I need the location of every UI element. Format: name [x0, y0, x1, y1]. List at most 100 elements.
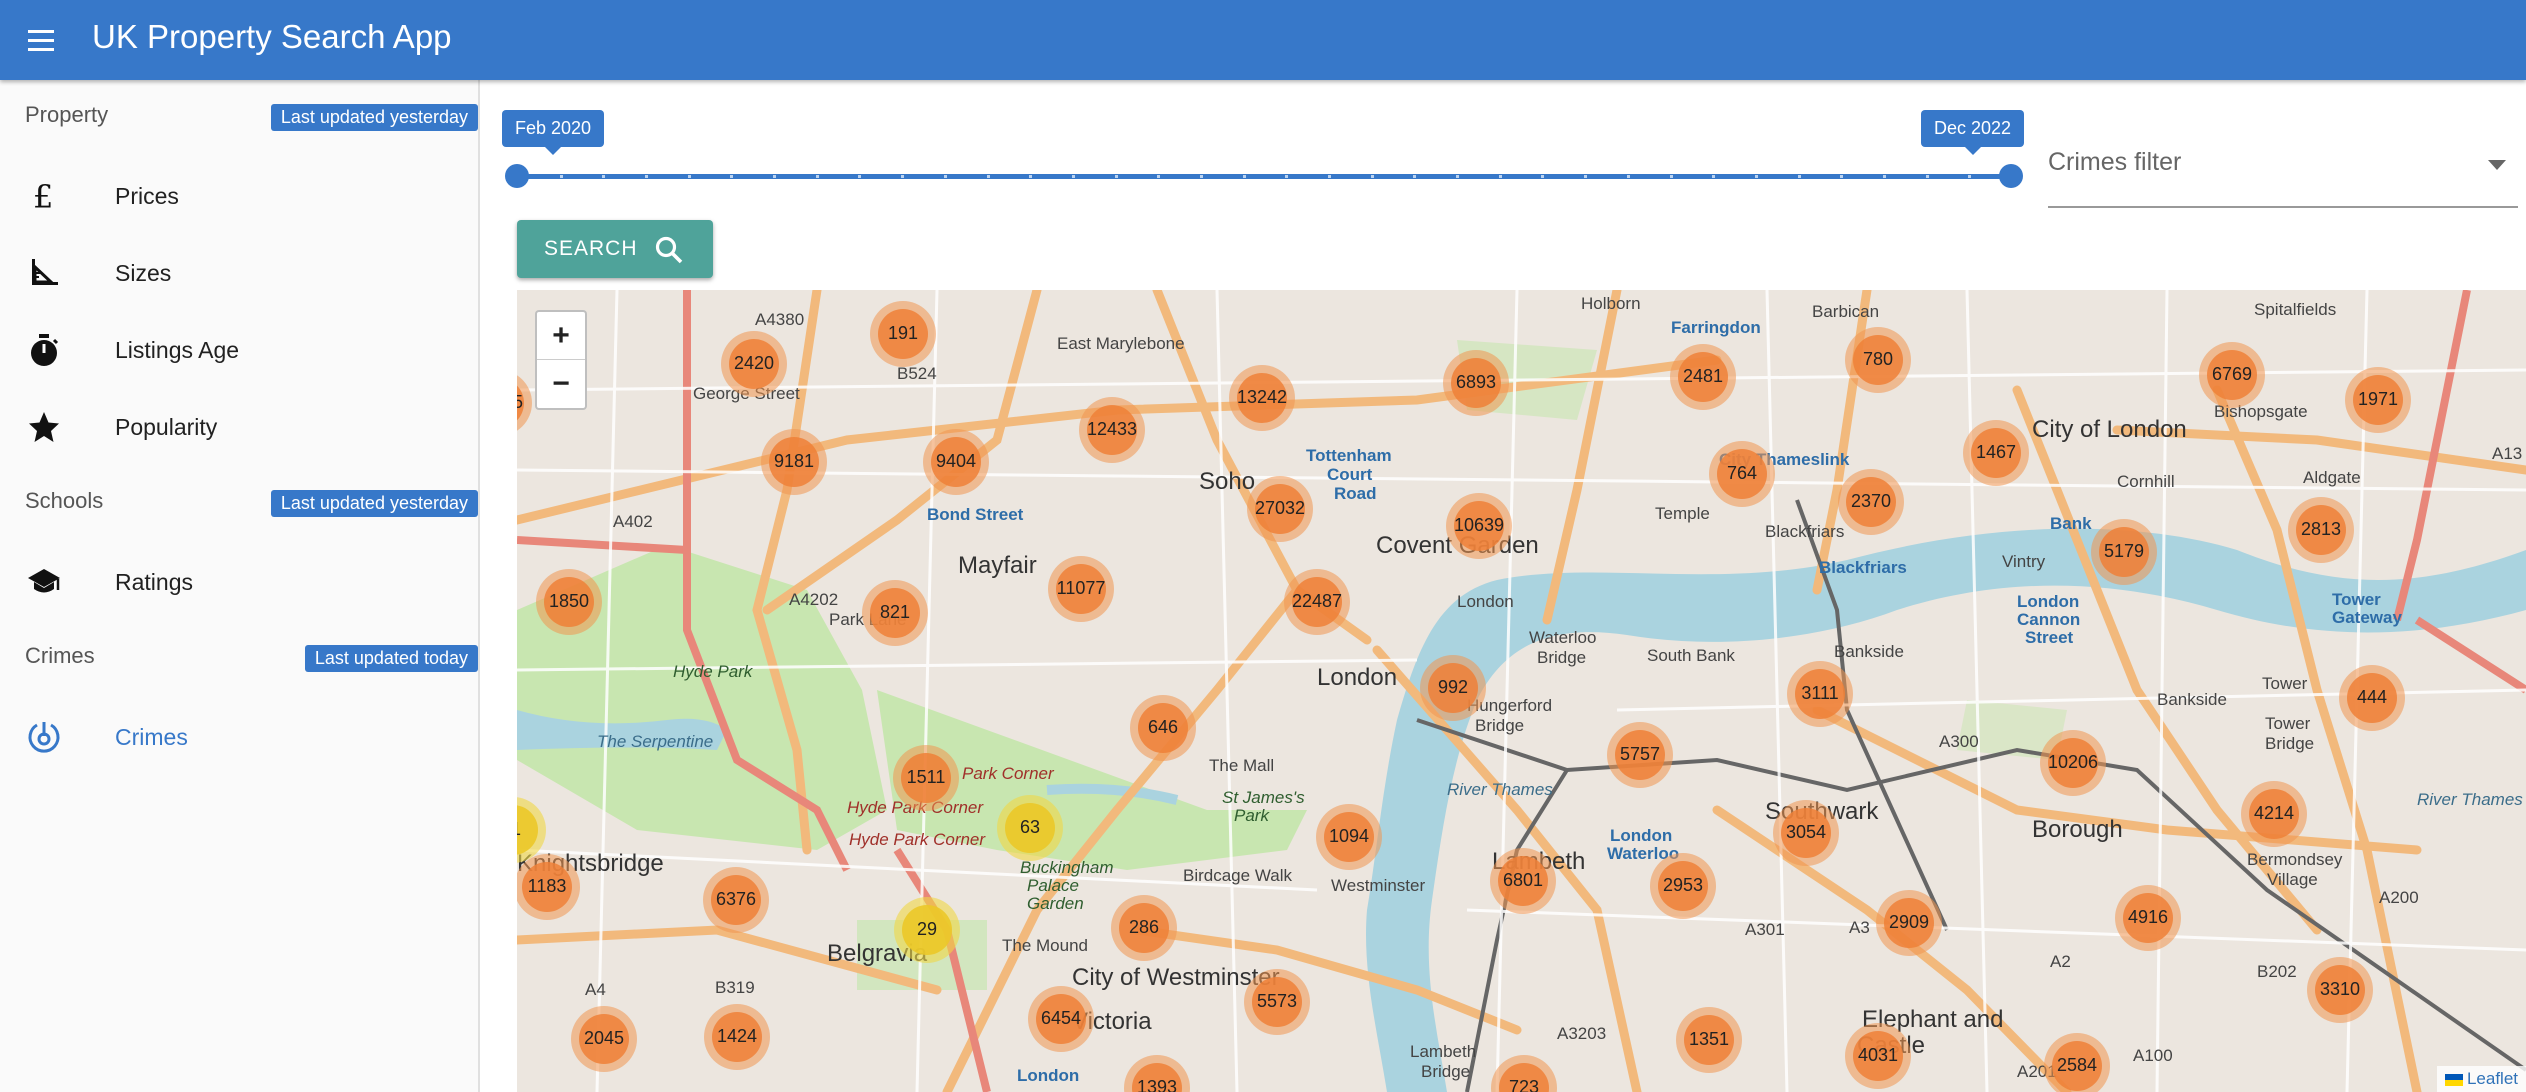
slider-tick: [645, 175, 648, 178]
menu-icon[interactable]: [22, 22, 58, 58]
sidebar-item-prices[interactable]: £ Prices: [0, 160, 478, 232]
map-label: East Marylebone: [1057, 334, 1185, 353]
map-cluster-marker[interactable]: 5573: [1244, 969, 1310, 1035]
slider-end-thumb[interactable]: [1999, 164, 2023, 188]
road-label: B319: [715, 978, 755, 997]
map-cluster-marker[interactable]: 13242: [1229, 365, 1295, 431]
school-icon: [26, 564, 62, 600]
map-cluster-marker[interactable]: 1094: [1316, 804, 1382, 870]
map-cluster-marker[interactable]: 2045: [571, 1006, 637, 1072]
map-cluster-marker[interactable]: 5179: [2091, 519, 2157, 585]
map-label: Vintry: [2002, 552, 2046, 571]
map-label: Waterloo: [1529, 628, 1597, 647]
map-cluster-marker[interactable]: 4031: [1845, 1023, 1911, 1089]
map-cluster-marker[interactable]: 1850: [536, 569, 602, 635]
map-cluster-marker[interactable]: 1511: [893, 745, 959, 811]
map-cluster-marker[interactable]: 10206: [2040, 730, 2106, 796]
map-label: River Thames: [2417, 790, 2523, 809]
map-cluster-marker[interactable]: 6893: [1443, 350, 1509, 416]
map-label: Lambeth: [1410, 1042, 1477, 1061]
map-label: Farringdon: [1671, 318, 1761, 337]
map-cluster-marker[interactable]: 6769: [2199, 342, 2265, 408]
map-cluster-marker[interactable]: 2584: [2044, 1033, 2110, 1092]
map[interactable]: Holborn Barbican Spitalfields Farringdon…: [517, 290, 2526, 1092]
map-cluster-marker[interactable]: 821: [862, 580, 928, 646]
date-range-slider[interactable]: [505, 164, 2023, 188]
map-attribution[interactable]: Leaflet: [2436, 1066, 2526, 1092]
map-label: Westminster: [1331, 876, 1426, 895]
map-cluster-marker[interactable]: 5757: [1607, 722, 1673, 788]
search-button[interactable]: SEARCH: [517, 220, 713, 278]
map-cluster-marker[interactable]: 22487: [1284, 569, 1350, 635]
slider-tick: [1243, 175, 1246, 178]
map-cluster-marker[interactable]: 646: [1130, 695, 1196, 761]
map-cluster-marker[interactable]: 10639: [1446, 493, 1512, 559]
map-cluster-marker[interactable]: 1467: [1963, 420, 2029, 486]
map-cluster-marker[interactable]: 1183: [517, 854, 580, 920]
crimes-filter-select[interactable]: Crimes filter: [2048, 132, 2518, 208]
map-label: Blackfriars: [1819, 558, 1907, 577]
map-cluster-marker[interactable]: 12433: [1079, 397, 1145, 463]
map-cluster-marker[interactable]: 9404: [923, 429, 989, 495]
map-cluster-marker[interactable]: 6376: [703, 867, 769, 933]
map-cluster-marker[interactable]: 2813: [2288, 497, 2354, 563]
slider-track[interactable]: [517, 174, 2011, 179]
map-cluster-marker[interactable]: 29: [894, 897, 960, 963]
zoom-in-button[interactable]: +: [537, 312, 585, 360]
map-label: Garden: [1027, 894, 1084, 913]
map-label: Court: [1327, 465, 1373, 484]
app-bar: UK Property Search App: [0, 0, 2526, 80]
map-label: Park Corner: [962, 764, 1054, 783]
map-label: Soho: [1199, 468, 1256, 495]
timer-icon: [26, 332, 62, 368]
slider-tick: [1499, 175, 1502, 178]
map-label: Park: [1234, 806, 1269, 825]
map-cluster-marker[interactable]: 1351: [1676, 1007, 1742, 1073]
sidebar-item-label: Prices: [115, 183, 179, 209]
sidebar-item-ratings[interactable]: Ratings: [0, 546, 478, 618]
sidebar-item-popularity[interactable]: Popularity: [0, 391, 478, 463]
map-cluster-marker[interactable]: 11077: [1048, 556, 1114, 622]
map-cluster-marker[interactable]: 1971: [2345, 367, 2411, 433]
sidebar-item-sizes[interactable]: Sizes: [0, 237, 478, 309]
map-cluster-marker[interactable]: 2420: [721, 331, 787, 397]
map-cluster-marker[interactable]: 2953: [1650, 853, 1716, 919]
map-label: Blackfriars: [1765, 522, 1845, 541]
attribution-link[interactable]: Leaflet: [2467, 1069, 2518, 1088]
sidebar-item-label: Ratings: [115, 569, 193, 595]
map-label: Bridge: [1421, 1062, 1471, 1081]
slider-tick: [1157, 175, 1160, 178]
map-label: Cornhill: [2117, 472, 2175, 491]
map-cluster-marker[interactable]: 191: [870, 301, 936, 367]
map-label: Hyde Park Corner: [849, 830, 986, 849]
map-cluster-marker[interactable]: 27032: [1247, 476, 1313, 542]
slider-start-thumb[interactable]: [505, 164, 529, 188]
slider-tick: [1541, 175, 1544, 178]
map-cluster-marker[interactable]: 764: [1709, 441, 1775, 507]
map-cluster-marker[interactable]: 1424: [704, 1004, 770, 1070]
map-cluster-marker[interactable]: 2481: [1670, 344, 1736, 410]
sidebar-item-listings-age[interactable]: Listings Age: [0, 314, 478, 386]
map-cluster-marker[interactable]: 3054: [1773, 800, 1839, 866]
map-cluster-marker[interactable]: 6801: [1490, 848, 1556, 914]
map-cluster-marker[interactable]: 780: [1845, 327, 1911, 393]
map-cluster-marker[interactable]: 286: [1111, 895, 1177, 961]
map-cluster-marker[interactable]: 3111: [1787, 661, 1853, 727]
map-cluster-marker[interactable]: 3310: [2307, 957, 2373, 1023]
map-cluster-marker[interactable]: 6454: [1028, 986, 1094, 1052]
map-cluster-marker[interactable]: 992: [1420, 655, 1486, 721]
slider-tick: [1072, 175, 1075, 178]
map-label: London: [1017, 1066, 1080, 1085]
map-cluster-marker[interactable]: 9181: [761, 429, 827, 495]
slider-tick: [944, 175, 947, 178]
zoom-out-button[interactable]: −: [537, 360, 585, 407]
road-label: A301: [1745, 920, 1785, 939]
map-cluster-marker[interactable]: 2370: [1838, 469, 1904, 535]
map-cluster-marker[interactable]: 4916: [2115, 885, 2181, 951]
sidebar-item-crimes[interactable]: Crimes: [0, 701, 478, 773]
map-cluster-marker[interactable]: 2909: [1876, 890, 1942, 956]
map-cluster-marker[interactable]: 444: [2339, 665, 2405, 731]
map-label: London: [1610, 826, 1673, 845]
map-cluster-marker[interactable]: 4214: [2241, 781, 2307, 847]
map-cluster-marker[interactable]: 63: [997, 795, 1063, 861]
